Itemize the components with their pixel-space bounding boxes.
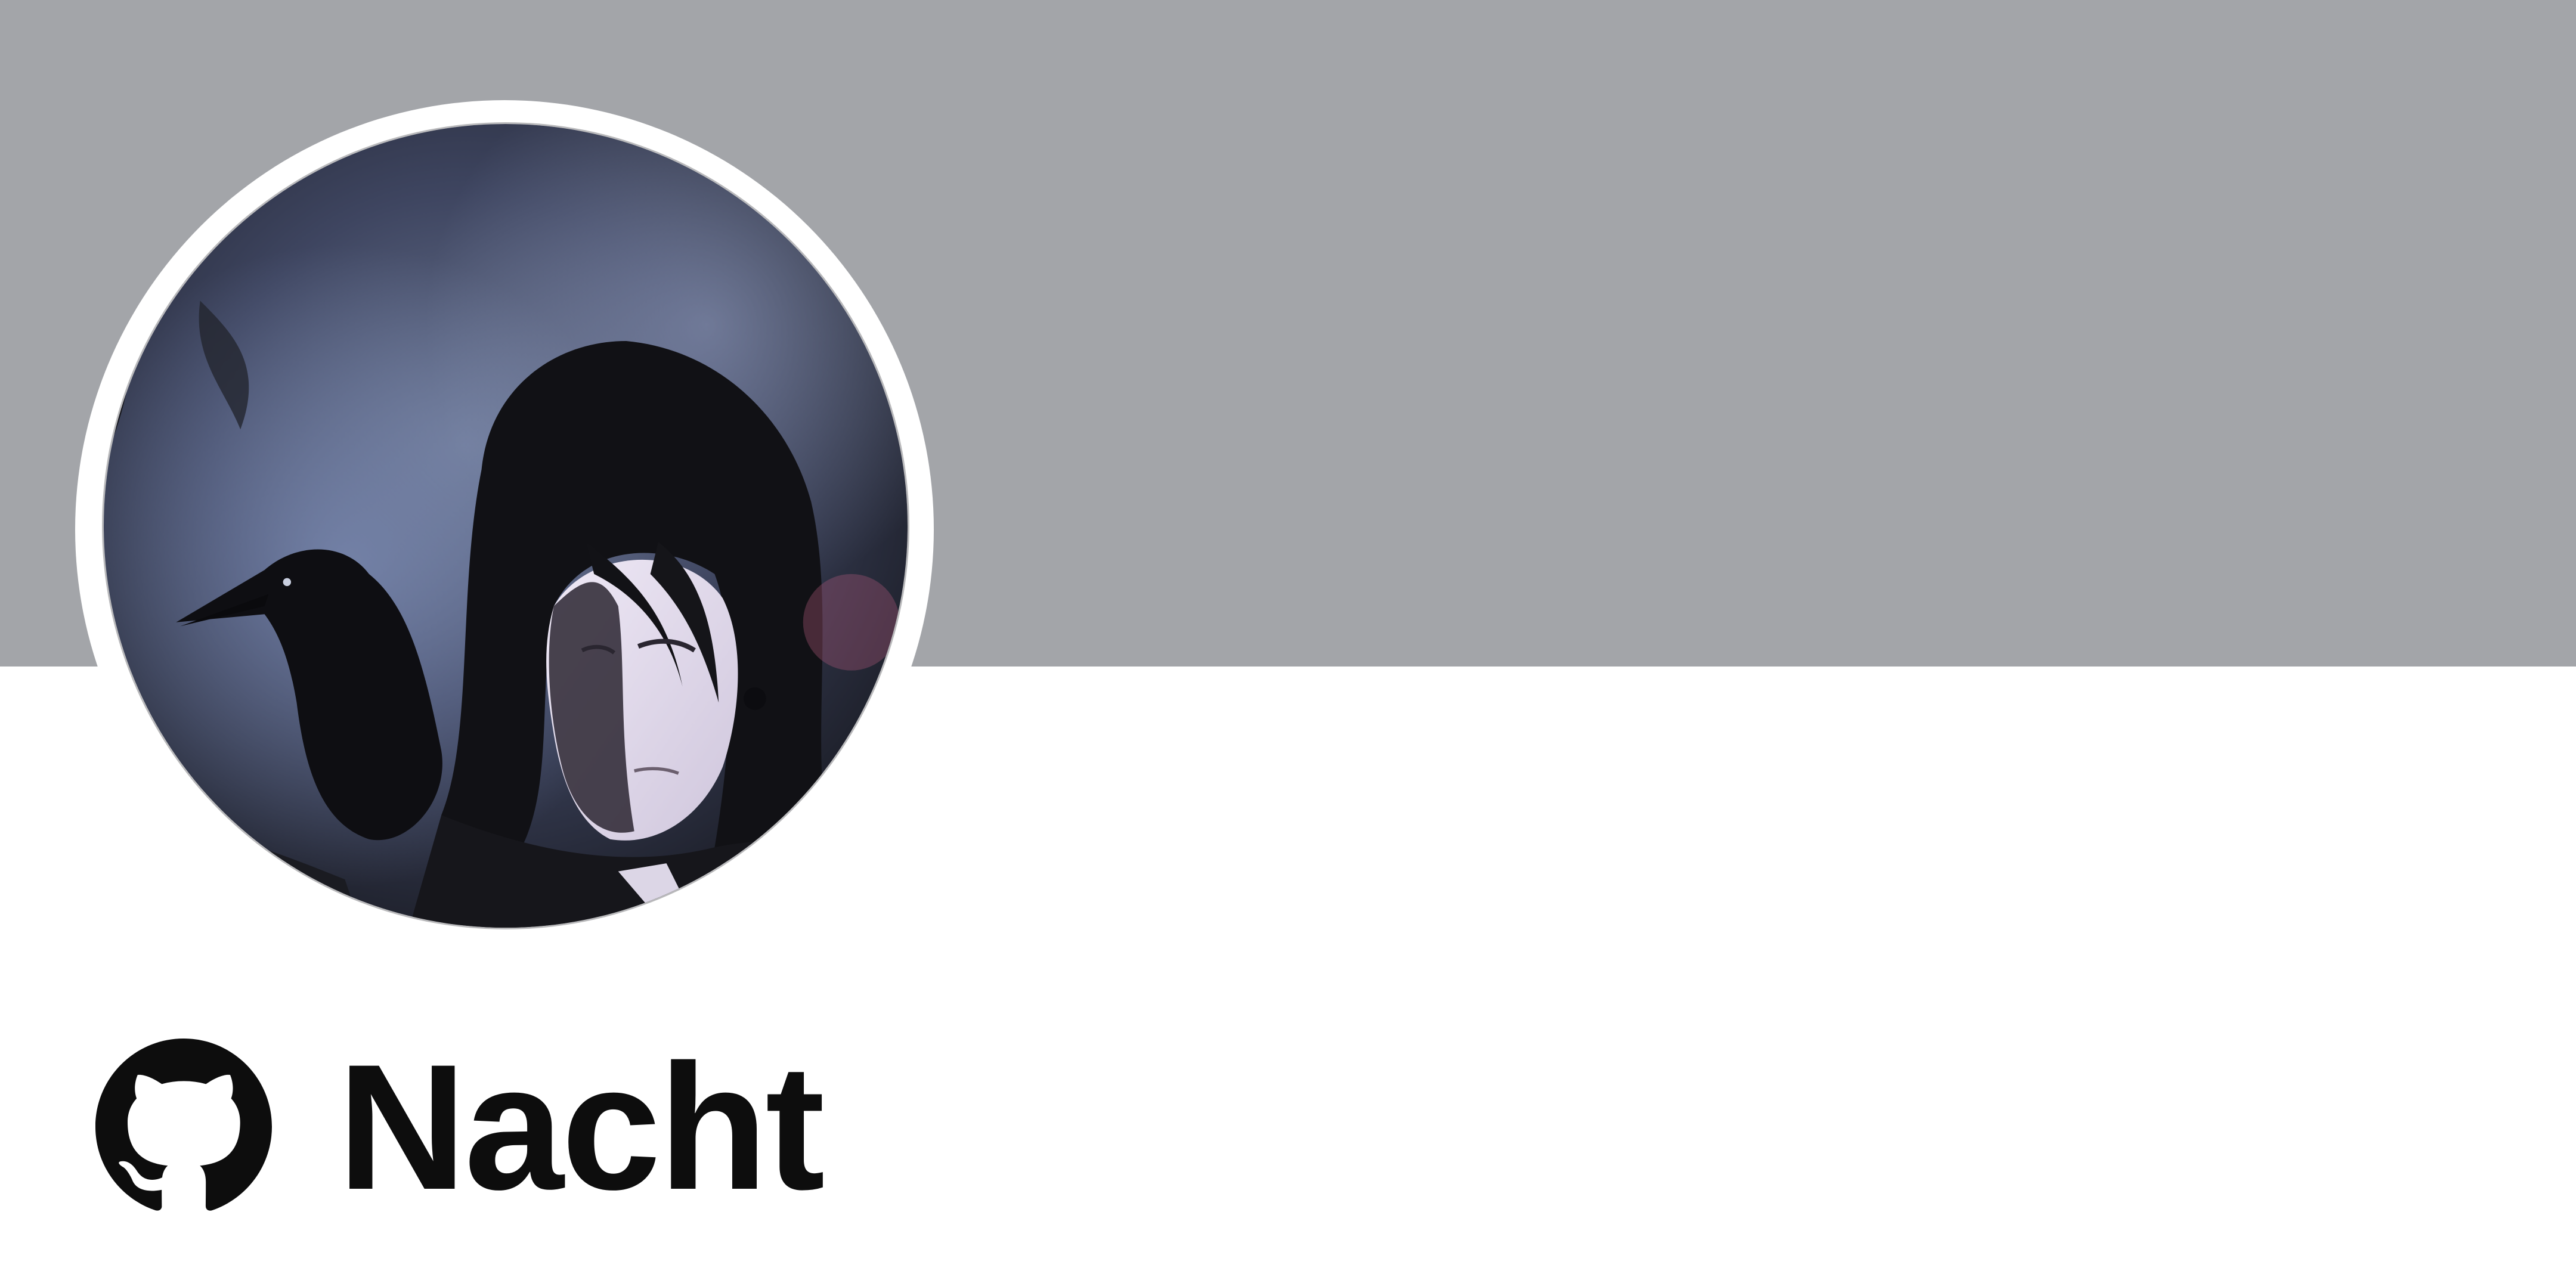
avatar-illustration	[104, 124, 908, 928]
avatar[interactable]	[104, 124, 908, 928]
profile-header: Nacht	[95, 1027, 825, 1227]
github-icon[interactable]	[95, 1039, 272, 1215]
profile-name: Nacht	[338, 1027, 825, 1227]
profile-card: Nacht	[0, 0, 2576, 1274]
